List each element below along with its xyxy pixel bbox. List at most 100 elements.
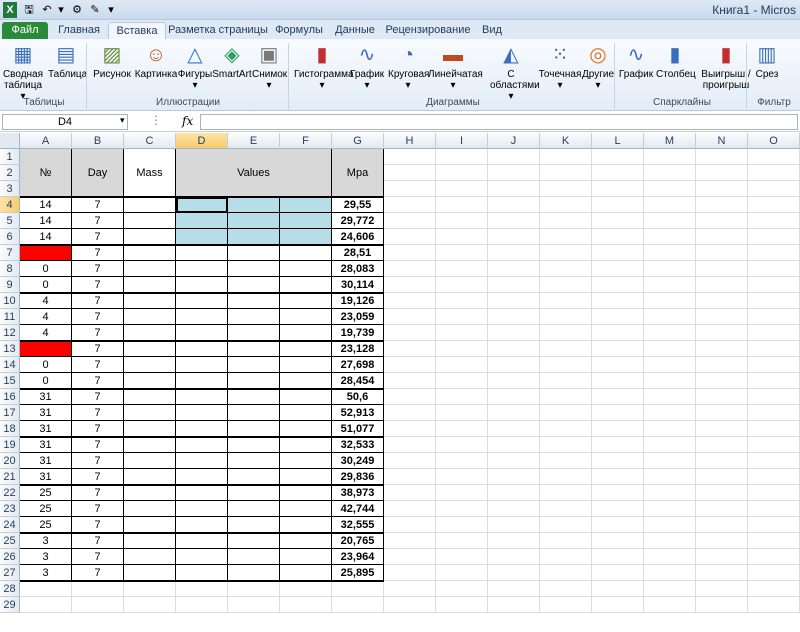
cell[interactable] bbox=[696, 485, 748, 501]
table-cell-day[interactable]: 7 bbox=[72, 357, 124, 373]
cell[interactable] bbox=[488, 245, 540, 261]
table-cell-number[interactable]: 31 bbox=[20, 421, 72, 437]
table-cell-mass[interactable] bbox=[124, 261, 176, 277]
table-cell-number[interactable] bbox=[20, 245, 72, 261]
cell[interactable] bbox=[228, 597, 280, 613]
column-header-c[interactable]: C bbox=[124, 133, 176, 149]
table-cell-number[interactable]: 25 bbox=[20, 485, 72, 501]
cell[interactable] bbox=[384, 421, 436, 437]
area-chart-button[interactable]: ◭ С областями ▾ bbox=[490, 43, 540, 102]
cell[interactable] bbox=[592, 517, 644, 533]
cell[interactable] bbox=[436, 389, 488, 405]
table-cell-value[interactable] bbox=[280, 277, 332, 293]
cell[interactable] bbox=[644, 341, 696, 357]
table-cell-value[interactable] bbox=[280, 357, 332, 373]
table-cell-value[interactable] bbox=[280, 501, 332, 517]
table-cell-mass[interactable] bbox=[124, 453, 176, 469]
cell[interactable] bbox=[748, 245, 800, 261]
header-cell-values[interactable]: Values bbox=[176, 149, 332, 197]
cell[interactable] bbox=[696, 437, 748, 453]
cell[interactable] bbox=[488, 517, 540, 533]
table-cell-value[interactable] bbox=[176, 453, 228, 469]
cell[interactable] bbox=[748, 501, 800, 517]
table-cell-day[interactable]: 7 bbox=[72, 501, 124, 517]
cell[interactable] bbox=[124, 581, 176, 597]
table-cell-value[interactable] bbox=[176, 533, 228, 549]
header-cell-number[interactable]: № bbox=[20, 149, 72, 197]
table-cell-number[interactable]: 14 bbox=[20, 229, 72, 245]
table-cell-day[interactable]: 7 bbox=[72, 389, 124, 405]
tab-file[interactable]: Файл bbox=[2, 22, 48, 39]
tab-formulas[interactable]: Формулы bbox=[270, 22, 328, 39]
table-cell-value[interactable] bbox=[228, 565, 280, 581]
cell[interactable] bbox=[384, 437, 436, 453]
row-header-21[interactable]: 21 bbox=[0, 469, 20, 485]
table-cell-value[interactable] bbox=[176, 293, 228, 309]
table-cell-mpa[interactable]: 52,913 bbox=[332, 405, 384, 421]
cell[interactable] bbox=[384, 181, 436, 197]
table-cell-mass[interactable] bbox=[124, 229, 176, 245]
cell[interactable] bbox=[124, 597, 176, 613]
cell[interactable] bbox=[540, 437, 592, 453]
cell[interactable] bbox=[540, 565, 592, 581]
table-cell-value[interactable] bbox=[228, 373, 280, 389]
cell[interactable] bbox=[644, 581, 696, 597]
cell[interactable] bbox=[644, 357, 696, 373]
cell[interactable] bbox=[644, 421, 696, 437]
cell[interactable] bbox=[696, 341, 748, 357]
table-cell-mpa[interactable]: 20,765 bbox=[332, 533, 384, 549]
table-cell-number[interactable]: 3 bbox=[20, 533, 72, 549]
table-cell-value[interactable] bbox=[228, 469, 280, 485]
tab-page-layout[interactable]: Разметка страницы bbox=[166, 22, 270, 39]
cell[interactable] bbox=[384, 277, 436, 293]
table-cell-mpa[interactable]: 23,128 bbox=[332, 341, 384, 357]
cell[interactable] bbox=[748, 341, 800, 357]
column-header-a[interactable]: A bbox=[20, 133, 72, 149]
cell[interactable] bbox=[436, 581, 488, 597]
column-header-g[interactable]: G bbox=[332, 133, 384, 149]
cell[interactable] bbox=[748, 165, 800, 181]
row-header-24[interactable]: 24 bbox=[0, 517, 20, 533]
table-cell-day[interactable]: 7 bbox=[72, 309, 124, 325]
cell[interactable] bbox=[384, 469, 436, 485]
table-cell-mass[interactable] bbox=[124, 277, 176, 293]
cell[interactable] bbox=[644, 309, 696, 325]
cell[interactable] bbox=[540, 517, 592, 533]
cell[interactable] bbox=[488, 373, 540, 389]
table-cell-day[interactable]: 7 bbox=[72, 341, 124, 357]
table-cell-value[interactable] bbox=[228, 453, 280, 469]
cell[interactable] bbox=[696, 181, 748, 197]
row-header-22[interactable]: 22 bbox=[0, 485, 20, 501]
table-cell-value[interactable] bbox=[280, 533, 332, 549]
table-cell-day[interactable]: 7 bbox=[72, 437, 124, 453]
cell[interactable] bbox=[644, 597, 696, 613]
row-header-8[interactable]: 8 bbox=[0, 261, 20, 277]
cell[interactable] bbox=[540, 453, 592, 469]
column-header-i[interactable]: I bbox=[436, 133, 488, 149]
cell[interactable] bbox=[436, 421, 488, 437]
cell[interactable] bbox=[696, 165, 748, 181]
cell[interactable] bbox=[436, 181, 488, 197]
cell[interactable] bbox=[644, 517, 696, 533]
cell[interactable] bbox=[540, 405, 592, 421]
table-button[interactable]: ▤ Таблица bbox=[48, 43, 87, 80]
table-cell-number[interactable]: 31 bbox=[20, 453, 72, 469]
table-cell-value[interactable] bbox=[280, 469, 332, 485]
cell[interactable] bbox=[748, 469, 800, 485]
cell[interactable] bbox=[436, 517, 488, 533]
cell[interactable] bbox=[748, 309, 800, 325]
cell[interactable] bbox=[488, 149, 540, 165]
table-cell-mpa[interactable]: 32,533 bbox=[332, 437, 384, 453]
cell[interactable] bbox=[540, 357, 592, 373]
cell[interactable] bbox=[436, 565, 488, 581]
row-header-3[interactable]: 3 bbox=[0, 181, 20, 197]
cell[interactable] bbox=[748, 293, 800, 309]
column-header-n[interactable]: N bbox=[696, 133, 748, 149]
table-cell-value[interactable] bbox=[280, 341, 332, 357]
table-cell-number[interactable]: 14 bbox=[20, 197, 72, 213]
table-cell-value[interactable] bbox=[176, 389, 228, 405]
table-cell-value[interactable] bbox=[280, 213, 332, 229]
table-cell-value[interactable] bbox=[280, 309, 332, 325]
cell[interactable] bbox=[644, 373, 696, 389]
table-cell-mpa[interactable]: 25,895 bbox=[332, 565, 384, 581]
